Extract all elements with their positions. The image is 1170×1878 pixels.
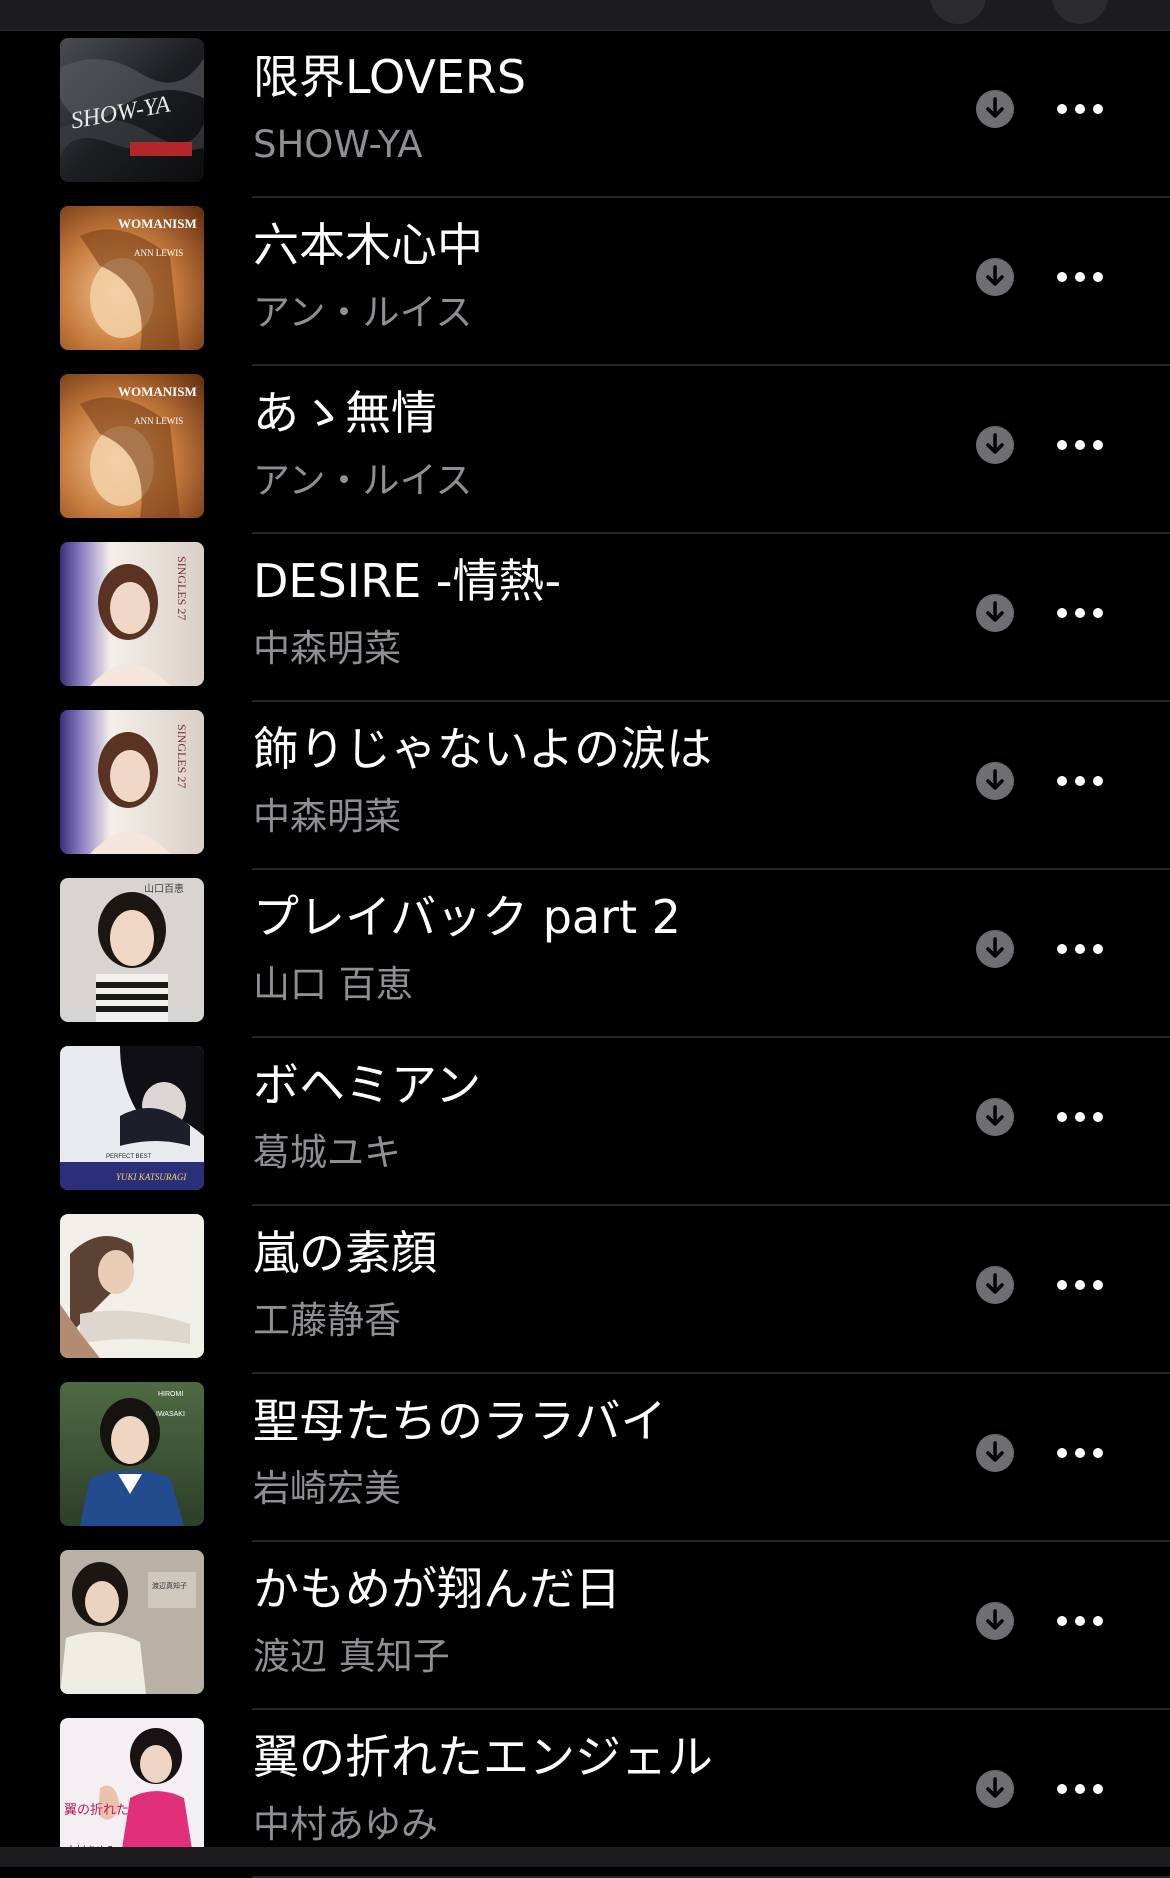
svg-text:SINGLES 27: SINGLES 27 (175, 724, 189, 788)
download-icon[interactable] (976, 426, 1014, 464)
song-artist: 中森明菜 (253, 627, 401, 670)
album-art-watanabe: 渡辺真知子 (60, 1550, 204, 1694)
bottom-bar (0, 1847, 1170, 1867)
more-icon[interactable] (1052, 258, 1108, 296)
download-icon[interactable] (976, 930, 1014, 968)
more-icon[interactable] (1052, 762, 1108, 800)
song-title: プレイバック part 2 (253, 890, 681, 944)
header-button-partial[interactable] (1052, 0, 1108, 24)
top-bar (0, 0, 1170, 31)
album-art-nakamura: 翼の折れた中村あゆみ (60, 1718, 204, 1862)
album-art-iwasaki: HIROMI IWASAKI (60, 1382, 204, 1526)
song-artist: 岩崎宏美 (253, 1467, 401, 1510)
download-icon[interactable] (976, 594, 1014, 632)
song-artist: 山口 百恵 (253, 963, 413, 1006)
download-icon[interactable] (976, 90, 1014, 128)
song-row[interactable]: 山口百恵プレイバック part 2 山口 百恵 (0, 870, 1170, 1038)
svg-text:HIROMI: HIROMI (158, 1391, 183, 1398)
more-icon[interactable] (1052, 1098, 1108, 1136)
song-artist: 工藤静香 (253, 1299, 401, 1342)
svg-text:WOMANISM: WOMANISM (118, 384, 197, 399)
download-icon[interactable] (976, 1602, 1014, 1640)
more-icon[interactable] (1052, 1602, 1108, 1640)
song-artist: 中森明菜 (253, 795, 401, 838)
download-icon[interactable] (976, 1266, 1014, 1304)
download-icon[interactable] (976, 1098, 1014, 1136)
song-artist: 葛城ユキ (253, 1131, 401, 1174)
more-icon[interactable] (1052, 594, 1108, 632)
more-icon[interactable] (1052, 1770, 1108, 1808)
more-icon[interactable] (1052, 90, 1108, 128)
song-row[interactable]: 渡辺真知子 かもめが翔んだ日渡辺 真知子 (0, 1542, 1170, 1710)
album-art-singles: SINGLES 27 (60, 710, 204, 854)
more-icon[interactable] (1052, 930, 1108, 968)
song-row[interactable]: SINGLES 27 飾りじゃないよの涙は中森明菜 (0, 702, 1170, 870)
svg-text:渡辺真知子: 渡辺真知子 (152, 1581, 187, 1590)
song-title: かもめが翔んだ日 (253, 1562, 621, 1616)
song-title: あゝ無情 (253, 386, 437, 440)
svg-text:翼の折れた: 翼の折れた (64, 1803, 129, 1818)
song-title: ボヘミアン (253, 1058, 482, 1112)
album-art-perfect-best: PERFECT BEST YUKI KATSURAGI (60, 1046, 204, 1190)
song-row[interactable]: HIROMI IWASAKI 聖母たちのララバイ岩崎宏美 (0, 1374, 1170, 1542)
svg-text:ANN LEWIS: ANN LEWIS (134, 416, 183, 426)
song-artist: 渡辺 真知子 (253, 1635, 450, 1678)
song-row[interactable]: SHOW-YA 限界LOVERS SHOW-YA (0, 30, 1170, 198)
album-art-yamaguchi: 山口百恵 (60, 878, 204, 1022)
album-art-womanism: WOMANISM ANN LEWIS (60, 374, 204, 518)
song-title: DESIRE -情熱- (253, 554, 562, 608)
svg-text:YUKI KATSURAGI: YUKI KATSURAGI (116, 1172, 187, 1182)
song-title: 六本木心中 (253, 218, 483, 272)
album-art-kudo (60, 1214, 204, 1358)
song-title: 聖母たちのララバイ (253, 1394, 667, 1448)
song-title: 限界LOVERS (253, 50, 527, 104)
song-list: SHOW-YA 限界LOVERS SHOW-YA WOMANISM ANN LEWIS 六… (0, 30, 1170, 1878)
more-icon[interactable] (1052, 1434, 1108, 1472)
svg-text:山口百恵: 山口百恵 (144, 882, 184, 895)
svg-text:ANN LEWIS: ANN LEWIS (134, 248, 183, 258)
song-artist: アン・ルイス (253, 291, 473, 334)
song-artist: SHOW-YA (253, 123, 423, 166)
more-icon[interactable] (1052, 1266, 1108, 1304)
download-icon[interactable] (976, 1434, 1014, 1472)
svg-text:IWASAKI: IWASAKI (156, 1411, 185, 1418)
song-row[interactable]: SINGLES 27 DESIRE -情熱- 中森明菜 (0, 534, 1170, 702)
svg-text:WOMANISM: WOMANISM (118, 216, 197, 231)
song-title: 嵐の素顔 (253, 1226, 437, 1280)
header-button-partial[interactable] (930, 0, 986, 24)
song-row[interactable]: PERFECT BEST YUKI KATSURAGI ボヘミアン葛城ユキ (0, 1038, 1170, 1206)
svg-text:SINGLES 27: SINGLES 27 (175, 556, 189, 620)
song-artist: 中村あゆみ (253, 1803, 438, 1846)
song-row[interactable]: WOMANISM ANN LEWIS あゝ無情アン・ルイス (0, 366, 1170, 534)
song-title: 翼の折れたエンジェル (253, 1730, 713, 1784)
download-icon[interactable] (976, 1770, 1014, 1808)
song-artist: アン・ルイス (253, 459, 473, 502)
album-art-womanism: WOMANISM ANN LEWIS (60, 206, 204, 350)
download-icon[interactable] (976, 258, 1014, 296)
song-title: 飾りじゃないよの涙は (253, 722, 713, 776)
song-row[interactable]: 嵐の素顔 工藤静香 (0, 1206, 1170, 1374)
album-art-singles: SINGLES 27 (60, 542, 204, 686)
svg-text:PERFECT BEST: PERFECT BEST (106, 1154, 152, 1160)
album-art-show-ya: SHOW-YA (60, 38, 204, 182)
song-row[interactable]: WOMANISM ANN LEWIS 六本木心中アン・ルイス (0, 198, 1170, 366)
download-icon[interactable] (976, 762, 1014, 800)
more-icon[interactable] (1052, 426, 1108, 464)
